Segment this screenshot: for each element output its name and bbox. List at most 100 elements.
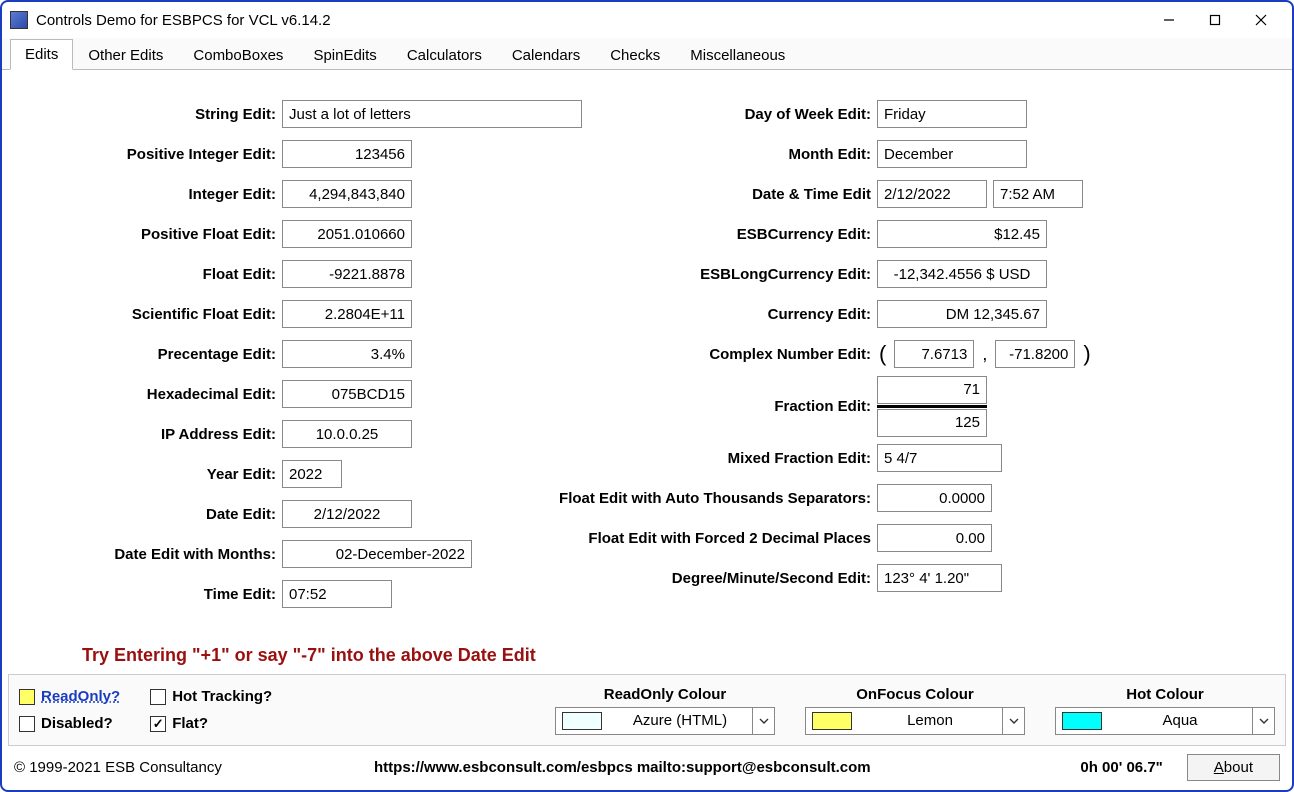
time-edit[interactable] xyxy=(282,580,392,608)
tab-edits[interactable]: Edits xyxy=(10,39,73,70)
day-of-week-edit[interactable] xyxy=(877,100,1027,128)
dms-edit-label: Degree/Minute/Second Edit: xyxy=(542,570,877,587)
positive-integer-edit[interactable] xyxy=(282,140,412,168)
chevron-down-icon[interactable] xyxy=(1002,708,1024,734)
comma: , xyxy=(980,344,989,365)
combo-text: Lemon xyxy=(858,712,1002,729)
complex-edit-label: Complex Number Edit: xyxy=(542,346,877,363)
disabled-checkbox[interactable]: Disabled? xyxy=(19,715,120,732)
app-icon xyxy=(10,11,28,29)
float-forced-2dp-edit[interactable] xyxy=(877,524,992,552)
float-edit-label: Float Edit: xyxy=(52,266,282,283)
chevron-down-icon[interactable] xyxy=(1252,708,1274,734)
year-edit[interactable] xyxy=(282,460,342,488)
int-edit-label: Integer Edit: xyxy=(52,186,282,203)
mixed-edit-label: Mixed Fraction Edit: xyxy=(542,450,877,467)
readonly-label: ReadOnly? xyxy=(41,688,120,705)
pct-edit-label: Precentage Edit: xyxy=(52,346,282,363)
fraction-numerator[interactable] xyxy=(877,376,987,404)
status-bar: © 1999-2021 ESB Consultancy https://www.… xyxy=(8,750,1286,784)
month-edit[interactable] xyxy=(877,140,1027,168)
tab-calendars[interactable]: Calendars xyxy=(497,40,595,70)
float-auto-thousands-edit[interactable] xyxy=(877,484,992,512)
esbcurrency-edit[interactable] xyxy=(877,220,1047,248)
onfocus-colour-combo[interactable]: Lemon xyxy=(805,707,1025,735)
esbcur-edit-label: ESBCurrency Edit: xyxy=(542,226,877,243)
string-edit[interactable] xyxy=(282,100,582,128)
datetime-time-edit[interactable] xyxy=(993,180,1083,208)
autoth-edit-label: Float Edit with Auto Thousands Separator… xyxy=(542,490,877,507)
month-edit-label: Month Edit: xyxy=(542,146,877,163)
window-title: Controls Demo for ESBPCS for VCL v6.14.2 xyxy=(36,12,331,29)
year-edit-label: Year Edit: xyxy=(52,466,282,483)
swatch-icon xyxy=(562,712,602,730)
tab-miscellaneous[interactable]: Miscellaneous xyxy=(675,40,800,70)
dms-edit[interactable] xyxy=(877,564,1002,592)
minimize-button[interactable] xyxy=(1146,5,1192,35)
readonly-colour-combo[interactable]: Azure (HTML) xyxy=(555,707,775,735)
scientific-float-edit[interactable] xyxy=(282,300,412,328)
swatch-icon xyxy=(1062,712,1102,730)
currency-edit[interactable] xyxy=(877,300,1047,328)
onfocus-colour-label: OnFocus Colour xyxy=(856,686,974,703)
close-button[interactable] xyxy=(1238,5,1284,35)
links-text[interactable]: https://www.esbconsult.com/esbpcs mailto… xyxy=(246,759,999,776)
tab-calculators[interactable]: Calculators xyxy=(392,40,497,70)
positive-float-edit[interactable] xyxy=(282,220,412,248)
float-edit[interactable] xyxy=(282,260,412,288)
tab-other-edits[interactable]: Other Edits xyxy=(73,40,178,70)
esblongcurrency-edit[interactable] xyxy=(877,260,1047,288)
string-edit-label: String Edit: xyxy=(52,106,282,123)
hexadecimal-edit[interactable] xyxy=(282,380,412,408)
maximize-button[interactable] xyxy=(1192,5,1238,35)
forced2-edit-label: Float Edit with Forced 2 Decimal Places xyxy=(542,530,877,547)
integer-edit[interactable] xyxy=(282,180,412,208)
tab-bar: Edits Other Edits ComboBoxes SpinEdits C… xyxy=(2,38,1292,70)
sci-edit-label: Scientific Float Edit: xyxy=(52,306,282,323)
about-btn-rest: bout xyxy=(1224,759,1253,776)
elapsed-text: 0h 00' 06.7" xyxy=(1023,759,1163,776)
tab-spinedits[interactable]: SpinEdits xyxy=(298,40,391,70)
hex-edit-label: Hexadecimal Edit: xyxy=(52,386,282,403)
readonly-checkbox[interactable]: ReadOnly? xyxy=(19,688,120,705)
open-paren: ( xyxy=(877,341,888,367)
hottracking-checkbox[interactable]: Hot Tracking? xyxy=(150,688,272,705)
esblong-edit-label: ESBLongCurrency Edit: xyxy=(542,266,877,283)
checkbox-icon xyxy=(19,689,35,705)
time-edit-label: Time Edit: xyxy=(52,586,282,603)
hot-colour-combo[interactable]: Aqua xyxy=(1055,707,1275,735)
hint-text: Try Entering "+1" or say "-7" into the a… xyxy=(82,645,536,666)
content-area: String Edit: Positive Integer Edit: Inte… xyxy=(12,74,1282,660)
checkbox-icon xyxy=(19,716,35,732)
frac-edit-label: Fraction Edit: xyxy=(542,398,877,415)
fraction-denominator[interactable] xyxy=(877,409,987,437)
about-button[interactable]: About xyxy=(1187,754,1280,781)
combo-text: Azure (HTML) xyxy=(608,712,752,729)
disabled-label: Disabled? xyxy=(41,715,113,732)
readonly-colour-label: ReadOnly Colour xyxy=(604,686,727,703)
dow-edit-label: Day of Week Edit: xyxy=(542,106,877,123)
complex-real-edit[interactable] xyxy=(894,340,974,368)
tab-comboboxes[interactable]: ComboBoxes xyxy=(178,40,298,70)
percentage-edit[interactable] xyxy=(282,340,412,368)
tab-checks[interactable]: Checks xyxy=(595,40,675,70)
fraction-edit xyxy=(877,376,987,437)
app-window: Controls Demo for ESBPCS for VCL v6.14.2… xyxy=(0,0,1294,792)
combo-text: Aqua xyxy=(1108,712,1252,729)
ip-address-edit[interactable] xyxy=(282,420,412,448)
cur-edit-label: Currency Edit: xyxy=(542,306,877,323)
complex-imag-edit[interactable] xyxy=(995,340,1075,368)
date-edit-with-months[interactable] xyxy=(282,540,472,568)
hottracking-label: Hot Tracking? xyxy=(172,688,272,705)
datetime-date-edit[interactable] xyxy=(877,180,987,208)
date-edit[interactable] xyxy=(282,500,412,528)
chevron-down-icon[interactable] xyxy=(752,708,774,734)
hot-colour-label: Hot Colour xyxy=(1126,686,1203,703)
checkbox-icon xyxy=(150,689,166,705)
posfloat-edit-label: Positive Float Edit: xyxy=(52,226,282,243)
flat-checkbox[interactable]: Flat? xyxy=(150,715,272,732)
datemon-edit-label: Date Edit with Months: xyxy=(52,546,282,563)
datetime-edit-label: Date & Time Edit xyxy=(542,186,877,203)
mixed-fraction-edit[interactable] xyxy=(877,444,1002,472)
flat-label: Flat? xyxy=(172,715,208,732)
